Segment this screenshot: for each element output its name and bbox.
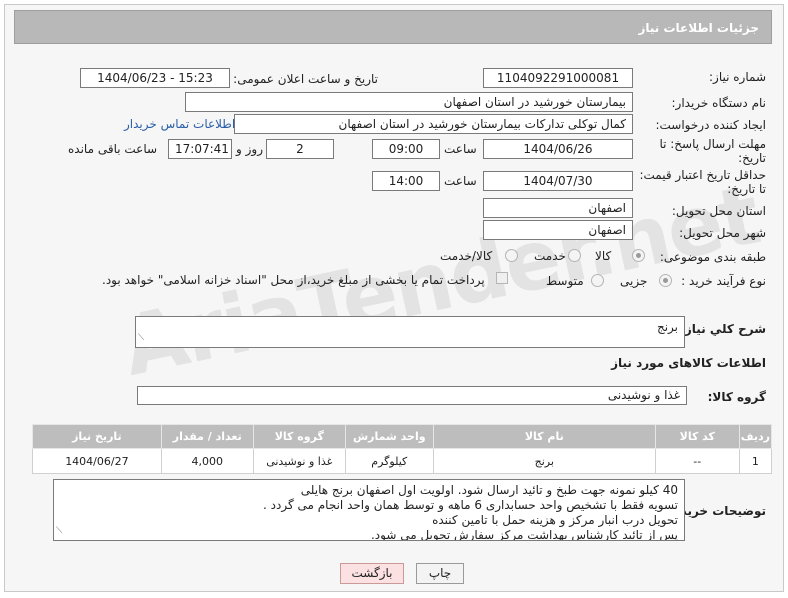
items-table: ردیف کد کالا نام کالا واحد شمارش گروه کا… — [32, 424, 773, 474]
cell-code: -- — [654, 448, 740, 474]
cell-row: 1 — [738, 448, 773, 474]
col-unit: واحد شمارش — [344, 424, 434, 449]
process-option-medium: متوسط — [546, 274, 584, 288]
buyer-notes-line-2: تسویه فقط با تشخیص واحد حسابداری 6 ماهه … — [263, 498, 678, 512]
category-radio-both[interactable] — [505, 249, 518, 262]
days-label: روز و — [236, 142, 263, 156]
goods-group-label: گروه کالا: — [707, 390, 766, 404]
panel-header: جزئیات اطلاعات نیاز — [14, 10, 772, 44]
city-field: اصفهان — [483, 220, 633, 240]
cell-unit: کیلوگرم — [344, 448, 434, 474]
reply-deadline-label: مهلت ارسال پاسخ: تا — [659, 137, 766, 151]
buyer-notes-line-1: 40 کیلو نمونه جهت طبخ و تائید ارسال شود.… — [300, 483, 678, 497]
creator-field: کمال توکلی تدارکات بیمارستان خورشید در ا… — [234, 114, 633, 134]
category-option-service: خدمت — [534, 249, 566, 263]
process-label: نوع فرآیند خرید : — [681, 274, 766, 288]
cell-date: 1404/06/27 — [32, 448, 162, 474]
price-validity-label: حداقل تاریخ اعتبار قیمت: — [639, 168, 766, 182]
process-radio-medium[interactable] — [591, 274, 604, 287]
goods-group-field: غذا و نوشیدنی — [137, 386, 687, 405]
announce-label: تاریخ و ساعت اعلان عمومی: — [233, 72, 378, 86]
buyer-notes-line-4: پس از تائید کارشناس بهداشت مرکز سفارش تح… — [370, 528, 678, 541]
description-text: برنج — [656, 320, 678, 334]
description-textarea[interactable]: برنج ⟋ — [135, 316, 685, 348]
category-option-both: کالا/خدمت — [440, 249, 493, 263]
category-radio-service[interactable] — [568, 249, 581, 262]
remaining-time-field: 17:07:41 — [168, 139, 232, 159]
buyer-org-field: بیمارستان خورشید در استان اصفهان — [185, 92, 633, 112]
price-validity-time-field: 14:00 — [372, 171, 440, 191]
province-field: اصفهان — [483, 198, 633, 218]
col-code: کد کالا — [654, 424, 740, 449]
category-option-goods: کالا — [595, 249, 612, 263]
reply-time-label: ساعت — [444, 142, 477, 156]
treasury-checkbox[interactable] — [496, 272, 508, 284]
buyer-org-label: نام دستگاه خریدار: — [671, 96, 767, 110]
buyer-contact-link[interactable]: اطلاعات تماس خریدار — [124, 117, 235, 131]
treasury-note: پرداخت تمام یا بخشی از مبلغ خرید،از محل … — [102, 273, 485, 287]
cell-group: غذا و نوشیدنی — [252, 448, 346, 474]
province-label: استان محل تحویل: — [671, 204, 766, 218]
resize-grip-icon[interactable]: ⟋ — [138, 331, 144, 346]
col-row: ردیف — [738, 424, 773, 449]
price-validity-label-2: تا تاریخ: — [727, 182, 766, 196]
table-row: 1 -- برنج کیلوگرم غذا و نوشیدنی 4,000 14… — [32, 448, 773, 474]
cell-qty: 4,000 — [160, 448, 254, 474]
remaining-days-field: 2 — [266, 139, 334, 159]
category-label: طبقه بندی موضوعی: — [659, 250, 766, 264]
process-option-minor: جزیی — [620, 274, 648, 288]
reply-time-field: 09:00 — [372, 139, 440, 159]
cell-name: برنج — [432, 448, 656, 474]
col-name: نام کالا — [432, 424, 656, 449]
price-validity-date-field: 1404/07/30 — [483, 171, 633, 191]
buyer-notes-line-3: تحویل درب انبار مرکز و هزینه حمل با تامی… — [432, 513, 678, 527]
col-group: گروه کالا — [252, 424, 346, 449]
reply-deadline-label-2: تاریخ: — [738, 151, 766, 165]
need-number-label: شماره نیاز: — [709, 70, 766, 84]
city-label: شهر محل تحویل: — [679, 226, 766, 240]
need-number-field: 1104092291000081 — [483, 68, 633, 88]
category-radio-goods[interactable] — [632, 249, 645, 262]
col-date: تاریخ نیاز — [32, 424, 162, 449]
process-radio-minor[interactable] — [659, 274, 672, 287]
price-validity-time-label: ساعت — [444, 174, 477, 188]
resize-grip-icon[interactable]: ⟋ — [56, 524, 62, 539]
table-header-row: ردیف کد کالا نام کالا واحد شمارش گروه کا… — [32, 424, 773, 449]
buyer-notes-textarea[interactable]: 40 کیلو نمونه جهت طبخ و تائید ارسال شود.… — [53, 479, 685, 541]
goods-section-title: اطلاعات کالاهای مورد نیاز — [611, 356, 766, 370]
col-qty: تعداد / مقدار — [160, 424, 254, 449]
creator-label: ایجاد کننده درخواست: — [655, 118, 766, 132]
announce-field: 1404/06/23 - 15:23 — [80, 68, 230, 88]
remaining-label: ساعت باقی مانده — [68, 142, 158, 156]
back-button[interactable]: بازگشت — [340, 563, 404, 584]
print-button[interactable]: چاپ — [416, 563, 464, 584]
description-label: شرح کلي نياز: — [680, 322, 766, 336]
reply-date-field: 1404/06/26 — [483, 139, 633, 159]
